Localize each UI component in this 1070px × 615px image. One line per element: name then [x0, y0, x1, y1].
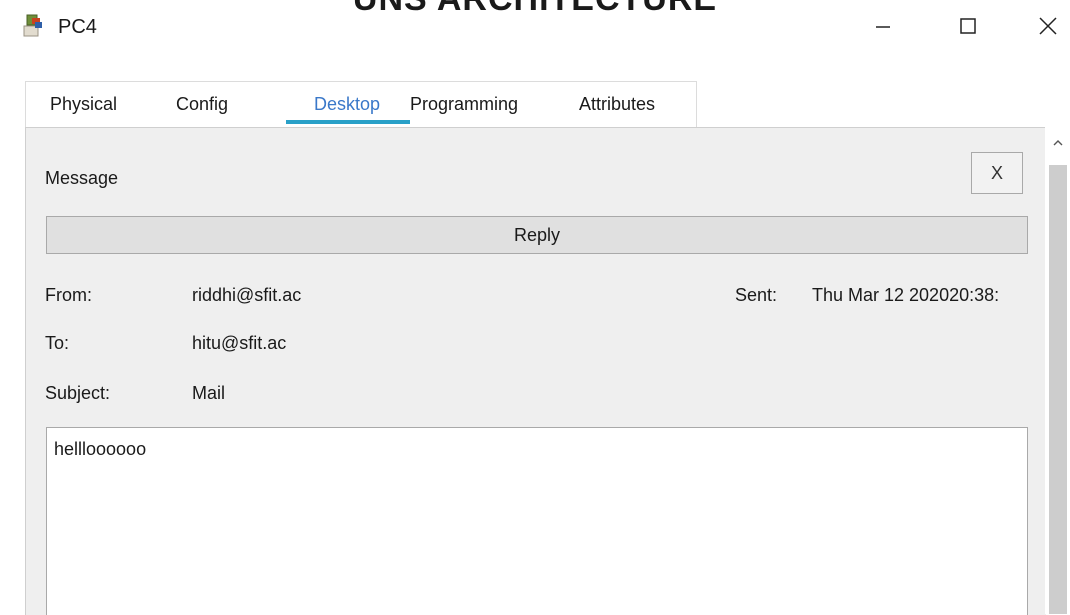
message-title: Message	[45, 168, 119, 188]
sent-label: Sent:	[735, 285, 778, 305]
subject-label: Subject:	[45, 383, 111, 403]
window-title: PC4	[58, 16, 97, 38]
tab-bar: Physical Config Desktop Programming Attr…	[25, 81, 697, 128]
pc-device-icon	[20, 12, 48, 40]
maximize-button[interactable]	[940, 8, 996, 48]
reply-label: Reply	[513, 224, 561, 245]
to-value: hitu@sfit.ac	[192, 333, 287, 353]
subject-value: Mail	[192, 383, 226, 403]
from-label: From:	[45, 285, 92, 305]
from-value: riddhi@sfit.ac	[192, 285, 302, 305]
to-label: To:	[45, 333, 70, 353]
minimize-icon	[873, 16, 893, 41]
maximize-icon	[958, 16, 978, 41]
window-titlebar: PC4	[0, 0, 1070, 60]
message-close-label: X	[990, 162, 1003, 183]
tab-programming[interactable]: Programming	[410, 94, 518, 115]
chevron-up-icon	[1052, 135, 1064, 151]
close-icon	[1037, 15, 1059, 42]
scrollbar-thumb[interactable]	[1049, 165, 1067, 614]
vertical-scrollbar[interactable]	[1045, 127, 1070, 614]
reply-button[interactable]: Reply	[46, 216, 1028, 254]
tab-attributes[interactable]: Attributes	[579, 94, 655, 115]
message-body[interactable]: hellloooooo	[46, 427, 1028, 615]
scroll-up-button[interactable]	[1045, 135, 1070, 151]
message-panel: Message X Reply From: riddhi@sfit.ac Sen…	[25, 127, 1046, 615]
active-tab-indicator	[286, 120, 410, 124]
tab-config[interactable]: Config	[176, 94, 228, 115]
tab-desktop[interactable]: Desktop	[285, 94, 409, 115]
window-close-button[interactable]	[1020, 8, 1070, 48]
message-body-text: hellloooooo	[54, 439, 147, 459]
tab-physical[interactable]: Physical	[50, 94, 117, 115]
message-close-button[interactable]: X	[971, 152, 1023, 194]
minimize-button[interactable]	[855, 8, 911, 48]
sent-value: Thu Mar 12 202020:38:	[812, 285, 1000, 305]
